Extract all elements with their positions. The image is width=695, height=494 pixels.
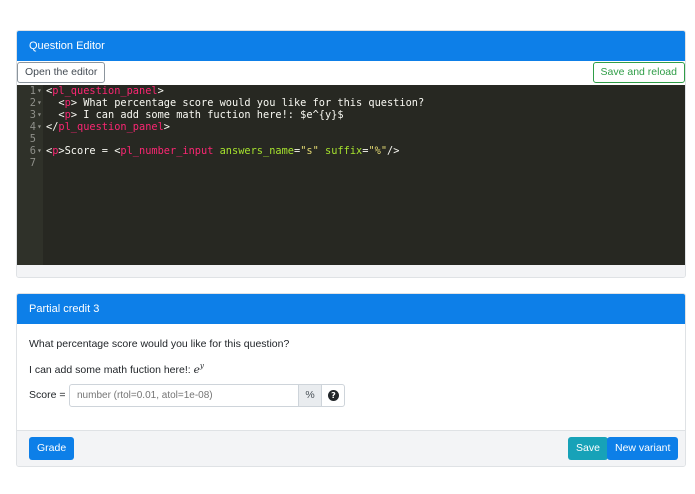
code-line[interactable]: 3 ▾ <p> I can add some math fuction here!… <box>17 109 685 121</box>
grade-button[interactable]: Grade <box>29 437 75 460</box>
editor-toolbar: Open the editor Save and reload <box>17 61 685 85</box>
line-number: 2 <box>29 97 36 109</box>
code-token: > What percentage score would you like f… <box>70 97 425 109</box>
code-token: /> <box>387 145 400 157</box>
code-text: <pl_question_panel> <box>46 85 164 97</box>
score-input[interactable] <box>69 384 299 407</box>
line-number: 5 <box>29 133 36 145</box>
code-text: <p> I can add some math fuction here!: $… <box>46 109 344 121</box>
line-number: 4 <box>29 121 36 133</box>
code-token: pl_number_input <box>120 145 214 157</box>
code-token: pl_question_panel <box>58 121 164 133</box>
code-token: >Score = < <box>58 145 121 157</box>
math-intro-text: I can add some math fuction here!: <box>29 364 194 376</box>
question-footer: Grade Save New variant <box>17 430 685 466</box>
fold-arrow-icon[interactable]: ▾ <box>37 145 42 157</box>
code-token: > <box>163 121 170 133</box>
code-token: > <box>157 85 164 97</box>
save-button[interactable]: Save <box>568 437 608 460</box>
editor-footer <box>17 265 685 277</box>
help-button[interactable]: ? <box>321 384 345 407</box>
question-text: What percentage score would you like for… <box>29 338 290 350</box>
code-editor[interactable]: 1 ▾ <pl_question_panel> 2 ▾ <p> What percent… <box>17 85 685 265</box>
code-token: suffix <box>325 145 363 157</box>
line-number: 6 <box>29 145 36 157</box>
code-text: </pl_question_panel> <box>46 121 170 133</box>
code-token: > I can add some math fuction here!: $e^… <box>70 109 344 121</box>
code-token: "%" <box>368 145 388 157</box>
line-number: 1 <box>29 85 36 97</box>
question-body: What percentage score would you like for… <box>17 324 685 430</box>
new-variant-button[interactable]: New variant <box>607 437 679 460</box>
code-token: </ <box>46 121 59 133</box>
code-text: <p>Score = <pl_number_input answers_name… <box>46 145 399 157</box>
fold-arrow-icon[interactable]: ▾ <box>37 85 42 97</box>
question-preview-header: Partial credit 3 <box>17 294 685 324</box>
fold-arrow-icon[interactable]: ▾ <box>37 97 42 109</box>
math-paragraph: I can add some math fuction here!: ey <box>29 362 204 376</box>
score-label: Score = <box>29 389 66 401</box>
code-line[interactable]: 5 <box>17 133 685 145</box>
question-editor-card: Question Editor Open the editor Save and… <box>16 30 686 278</box>
code-line[interactable]: 4 ▾ </pl_question_panel> <box>17 121 685 133</box>
code-line[interactable]: 7 <box>17 157 685 169</box>
code-token: pl_question_panel <box>52 85 158 97</box>
fold-arrow-icon[interactable]: ▾ <box>37 121 42 133</box>
code-token: answers_name <box>219 145 295 157</box>
code-line[interactable]: 2 ▾ <p> What percentage score would you l… <box>17 97 685 109</box>
code-token: "s" <box>300 145 319 157</box>
percent-suffix: % <box>298 384 322 407</box>
fold-arrow-icon[interactable]: ▾ <box>37 109 42 121</box>
code-token: < <box>46 97 65 109</box>
code-text: <p> What percentage score would you like… <box>46 97 424 109</box>
code-line[interactable]: 1 ▾ <pl_question_panel> <box>17 85 685 97</box>
code-token: < <box>46 109 65 121</box>
line-number: 3 <box>29 109 36 121</box>
code-line[interactable]: 6 ▾ <p>Score = <pl_number_input answers_na… <box>17 145 685 157</box>
question-editor-header: Question Editor <box>17 31 685 61</box>
math-expression: ey <box>194 362 204 376</box>
question-circle-icon: ? <box>328 390 339 401</box>
math-exponent: y <box>199 362 204 370</box>
score-input-group: % ? <box>69 384 345 407</box>
question-preview-card: Partial credit 3 What percentage score w… <box>16 293 686 467</box>
open-editor-button[interactable]: Open the editor <box>17 62 106 83</box>
save-and-reload-button[interactable]: Save and reload <box>592 62 685 83</box>
line-number: 7 <box>29 157 36 169</box>
